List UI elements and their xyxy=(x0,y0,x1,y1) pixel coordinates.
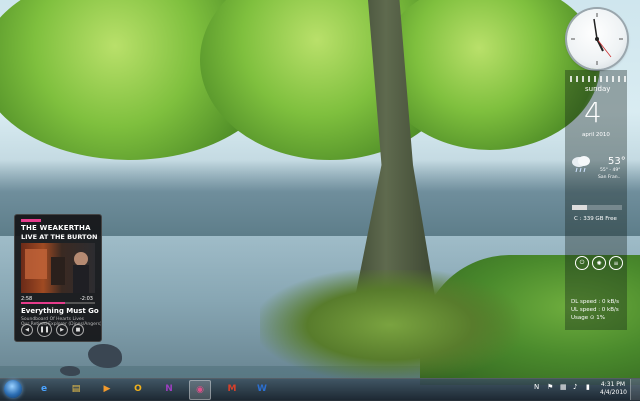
taskbar-internet-explorer-button[interactable]: e xyxy=(34,380,54,398)
drive-usage-fill xyxy=(572,205,587,210)
lock-icon[interactable]: ≡ xyxy=(609,256,623,270)
album-art xyxy=(21,243,95,293)
clock-date: 4/4/2010 xyxy=(600,389,627,396)
battery-icon[interactable]: ▮ xyxy=(586,383,590,391)
upload-speed: UL speed : 0 kB/s xyxy=(571,307,619,313)
clock-time: 4:31 PM xyxy=(600,381,626,388)
accent-stripe xyxy=(21,219,41,222)
weather-city: San Fran.. xyxy=(598,175,621,180)
taskbar-clock[interactable]: 4:31 PM 4/4/2010 xyxy=(600,381,627,397)
network-usage: Usage ⊙ 1% xyxy=(571,315,605,321)
weather-temperature: 53° xyxy=(608,156,626,167)
song-title: Everything Must Go (Liv xyxy=(21,307,101,315)
drive-free-label: C : 339 GB Free xyxy=(574,216,617,222)
taskbar-file-explorer-button[interactable]: ▤ xyxy=(66,380,86,398)
weather-range: 55° - 49° xyxy=(600,168,621,173)
volume-icon[interactable]: ♪ xyxy=(573,383,577,391)
album-subtitle: LIVE AT THE BURTON xyxy=(21,233,98,241)
download-speed: DL speed : 0 kB/s xyxy=(571,299,619,305)
tree-roots xyxy=(260,270,520,380)
progress-bar[interactable] xyxy=(21,302,95,304)
restart-icon[interactable]: ✺ xyxy=(592,256,606,270)
playback-controls: ◀ ❚❚ ▶ ■ xyxy=(21,322,84,337)
taskbar-zune-button[interactable]: ◉ xyxy=(189,380,211,400)
media-player-gadget[interactable]: THE WEAKERTHA LIVE AT THE BURTON 2:58 -2… xyxy=(14,214,102,342)
minute-hand xyxy=(593,18,598,40)
calendar-rings xyxy=(570,76,626,82)
network-meter-gadget[interactable]: DL speed : 0 kB/s UL speed : 0 kB/s Usag… xyxy=(571,298,619,322)
calendar-date: 4 xyxy=(584,96,602,129)
rain-cloud-icon xyxy=(570,154,592,174)
previous-icon[interactable]: ◀ xyxy=(21,323,33,336)
start-button[interactable] xyxy=(4,380,22,398)
taskbar-gmail-button[interactable]: M xyxy=(222,380,242,398)
taskbar-media-player-button[interactable]: ▶ xyxy=(97,380,117,398)
onenote-tray-icon[interactable]: N xyxy=(534,383,539,391)
pause-icon[interactable]: ❚❚ xyxy=(37,322,52,337)
flag-icon[interactable]: ⚑ xyxy=(547,383,553,391)
show-desktop-button[interactable] xyxy=(630,379,640,400)
taskbar-outlook-button[interactable]: O xyxy=(128,380,148,398)
network-icon[interactable]: ▦ xyxy=(560,383,567,391)
analog-clock-gadget[interactable] xyxy=(567,9,627,69)
power-icon[interactable]: ⏻ xyxy=(575,256,589,270)
artist-name: THE WEAKERTHA xyxy=(21,224,91,232)
stop-icon[interactable]: ■ xyxy=(72,323,84,336)
rock xyxy=(60,366,80,376)
taskbar-onenote-button[interactable]: N xyxy=(159,380,179,398)
taskbar xyxy=(0,378,640,401)
second-hand xyxy=(596,38,612,58)
progress-fill xyxy=(21,302,65,304)
drive-usage-bar xyxy=(572,205,622,210)
calendar-month-year: april 2010 xyxy=(582,132,610,138)
calendar-day-name: sunday xyxy=(585,85,611,93)
next-icon[interactable]: ▶ xyxy=(56,323,68,336)
taskbar-word-button[interactable]: W xyxy=(252,380,272,398)
